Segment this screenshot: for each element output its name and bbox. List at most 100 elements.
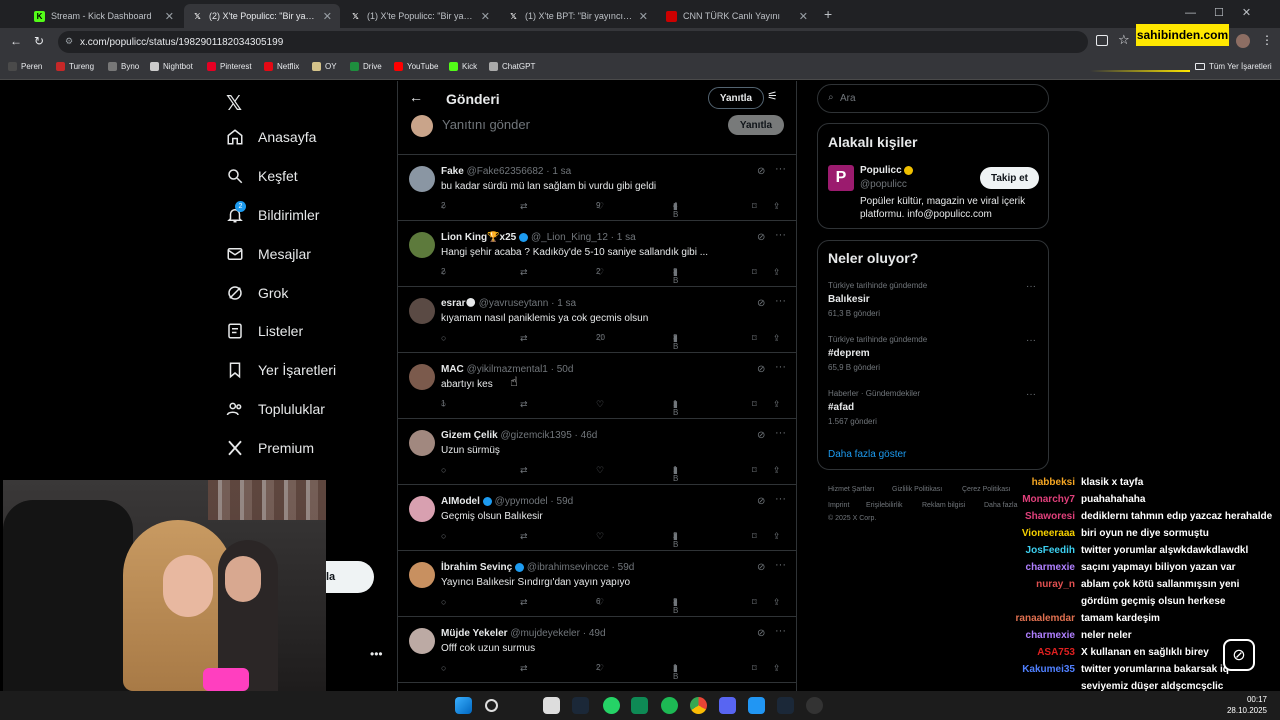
author-name[interactable]: İbrahim Sevinç [441,562,512,573]
chat-username[interactable]: ASA753 [1037,647,1075,658]
window-controls[interactable]: —☐✕ [1185,6,1269,19]
discord-icon[interactable] [719,697,736,714]
chat-username[interactable]: JosFeedih [1026,545,1075,556]
close-icon[interactable]: ✕ [323,10,332,23]
task-view-icon[interactable] [543,697,560,714]
all-bookmarks[interactable]: Tüm Yer İşaretleri [1195,62,1272,71]
explorer-icon[interactable] [748,697,765,714]
grok-icon[interactable]: ⊘ [757,232,765,243]
author-name[interactable]: Fake [441,166,464,177]
avatar[interactable] [409,562,435,588]
post-time[interactable]: 49d [589,628,606,639]
nav-mail[interactable]: Mesajlar [226,245,311,263]
post-time[interactable]: 59d [557,496,574,507]
chat-username[interactable]: Vioneeraaa [1022,528,1075,539]
avatar[interactable] [409,364,435,390]
nav-grok[interactable]: Grok [226,284,288,302]
author-name[interactable]: Müjde Yekeler [441,628,508,639]
footer-link[interactable]: © 2025 X Corp. [828,515,876,522]
chat-username[interactable]: Shaworesi [1025,511,1075,522]
person-name[interactable]: Populicc [860,165,914,176]
grok-icon[interactable]: ⊘ [757,628,765,639]
tab-3[interactable]: 𝕏 (1) X'te BPT: "Bir yayıncı, canlı y ✕ [500,4,656,28]
nav-x[interactable]: Premium [226,439,314,457]
reply-post[interactable]: Gizem Çelik @gizemcik1395 · 46d Uzun sürm… [398,419,796,485]
chrome-icon[interactable] [690,697,707,714]
author-handle[interactable]: @ibrahimsevincce [527,562,609,573]
chat-username[interactable]: charmexie [1026,630,1075,641]
more-icon[interactable]: ··· [775,361,786,373]
chat-username[interactable]: ranaalemdar [1016,613,1075,624]
avatar[interactable] [409,298,435,324]
grok-icon[interactable]: ⊘ [757,166,765,177]
close-icon[interactable]: ✕ [799,10,808,23]
back-arrow-icon[interactable]: ← [409,89,423,105]
author-handle[interactable]: @ypymodel [495,496,548,507]
author-handle[interactable]: @gizemcik1395 [500,430,571,441]
more-icon[interactable]: ··· [775,427,786,439]
share-icon[interactable]: ⇪ [773,597,781,608]
tab-1[interactable]: 𝕏 (2) X'te Populicc: "Bir yayıncı, Ba ✕ [184,4,340,28]
reply-post[interactable]: esrar🌑 @yavruseytann · 1 sa kıyamam nasıl… [398,287,796,353]
bookmark-icon[interactable]: ⌑ [752,663,757,674]
close-icon[interactable]: ✕ [639,10,648,23]
more-icon[interactable]: ··· [775,625,786,637]
bookmark-icon[interactable]: ⌑ [752,531,757,542]
nav-bell[interactable]: 2 Bildirimler [226,201,319,224]
reply-post[interactable]: İbrahim Sevinç @ibrahimsevincce · 59d Yay… [398,551,796,617]
steam2-icon[interactable] [777,697,794,714]
x-logo[interactable]: 𝕏 [226,91,242,116]
reply-post[interactable]: MAC @yikilmazmental1 · 50d abartıyı kes ⊘ ·… [398,353,796,419]
show-more-link[interactable]: Daha fazla göster [828,449,906,460]
avatar[interactable] [409,166,435,192]
app-icon[interactable] [631,697,648,714]
grok-icon[interactable]: ⊘ [757,430,765,441]
avatar[interactable] [409,628,435,654]
author-name[interactable]: MAC [441,364,464,375]
footer-link[interactable]: Çerez Politikası [962,486,1011,493]
bookmark-kick[interactable]: Kick [449,62,477,71]
post-time[interactable]: 1 sa [552,166,571,177]
chat-username[interactable]: Monarchy7 [1022,494,1075,505]
share-icon[interactable]: ⇪ [773,267,781,278]
chat-username[interactable]: nuray_n [1036,579,1075,590]
bookmark-icon[interactable]: ⌑ [752,333,757,344]
reply-post[interactable]: Lion King🏆x25 @_Lion_King_12 · 1 sa Hangi… [398,221,796,287]
chat-popout-button[interactable]: ⊘ [1223,639,1255,671]
bookmark-chatgpt[interactable]: ChatGPT [489,62,535,71]
obs-icon[interactable] [806,697,823,714]
populicc-logo[interactable]: P [828,165,854,191]
share-icon[interactable]: ⇪ [773,399,781,410]
more-icon[interactable]: ··· [775,295,786,307]
post-time[interactable]: 46d [581,430,598,441]
post-time[interactable]: 1 sa [617,232,636,243]
chat-username[interactable]: charmexie [1026,562,1075,573]
bookmark-pinterest[interactable]: Pinterest [207,62,252,71]
settings-sliders-icon[interactable]: ⚟ [767,89,778,103]
tab-2[interactable]: 𝕏 (1) X'te Populicc: "Bir yayıncı, Ba ✕ [342,4,498,28]
profile-avatar[interactable] [1236,34,1250,48]
trend-item[interactable]: Türkiye tarihinde gündemde Balıkesir 61,3 … [828,281,1038,318]
url-field[interactable]: ⚙ x.com/populicc/status/1982901182034305… [58,31,1088,53]
install-icon[interactable] [1096,35,1108,46]
bookmark-youtube[interactable]: YouTube [394,62,438,71]
bookmark-icon[interactable]: ⌑ [752,267,757,278]
bookmark-icon[interactable]: ⌑ [752,201,757,212]
trend-more-icon[interactable]: ··· [1026,389,1036,400]
new-tab-button[interactable]: + [824,6,832,22]
tab-0[interactable]: K Stream - Kick Dashboard ✕ [26,4,182,28]
search-box[interactable]: ⌕ Ara [817,84,1049,113]
reply-post[interactable]: Fake @Fake62356682 · 1 sa bu kadar sürdü … [398,155,796,221]
bookmark-drive[interactable]: Drive [350,62,382,71]
trend-more-icon[interactable]: ··· [1026,335,1036,346]
reply-filter-button[interactable]: Yanıtla [708,87,764,109]
bookmark-byno[interactable]: Byno [108,62,139,71]
sahibinden-ad[interactable]: sahibinden.com [1136,24,1229,46]
clock[interactable]: 00:17 28.10.2025 [1222,694,1267,716]
reply-input[interactable]: Yanıtını gönder [442,117,530,132]
author-name[interactable]: Lion King🏆x25 [441,232,516,243]
author-handle[interactable]: @_Lion_King_12 [531,232,608,243]
more-icon[interactable]: ··· [775,229,786,241]
trend-item[interactable]: Türkiye tarihinde gündemde #deprem 65,9 B … [828,335,1038,372]
close-icon[interactable]: ✕ [481,10,490,23]
